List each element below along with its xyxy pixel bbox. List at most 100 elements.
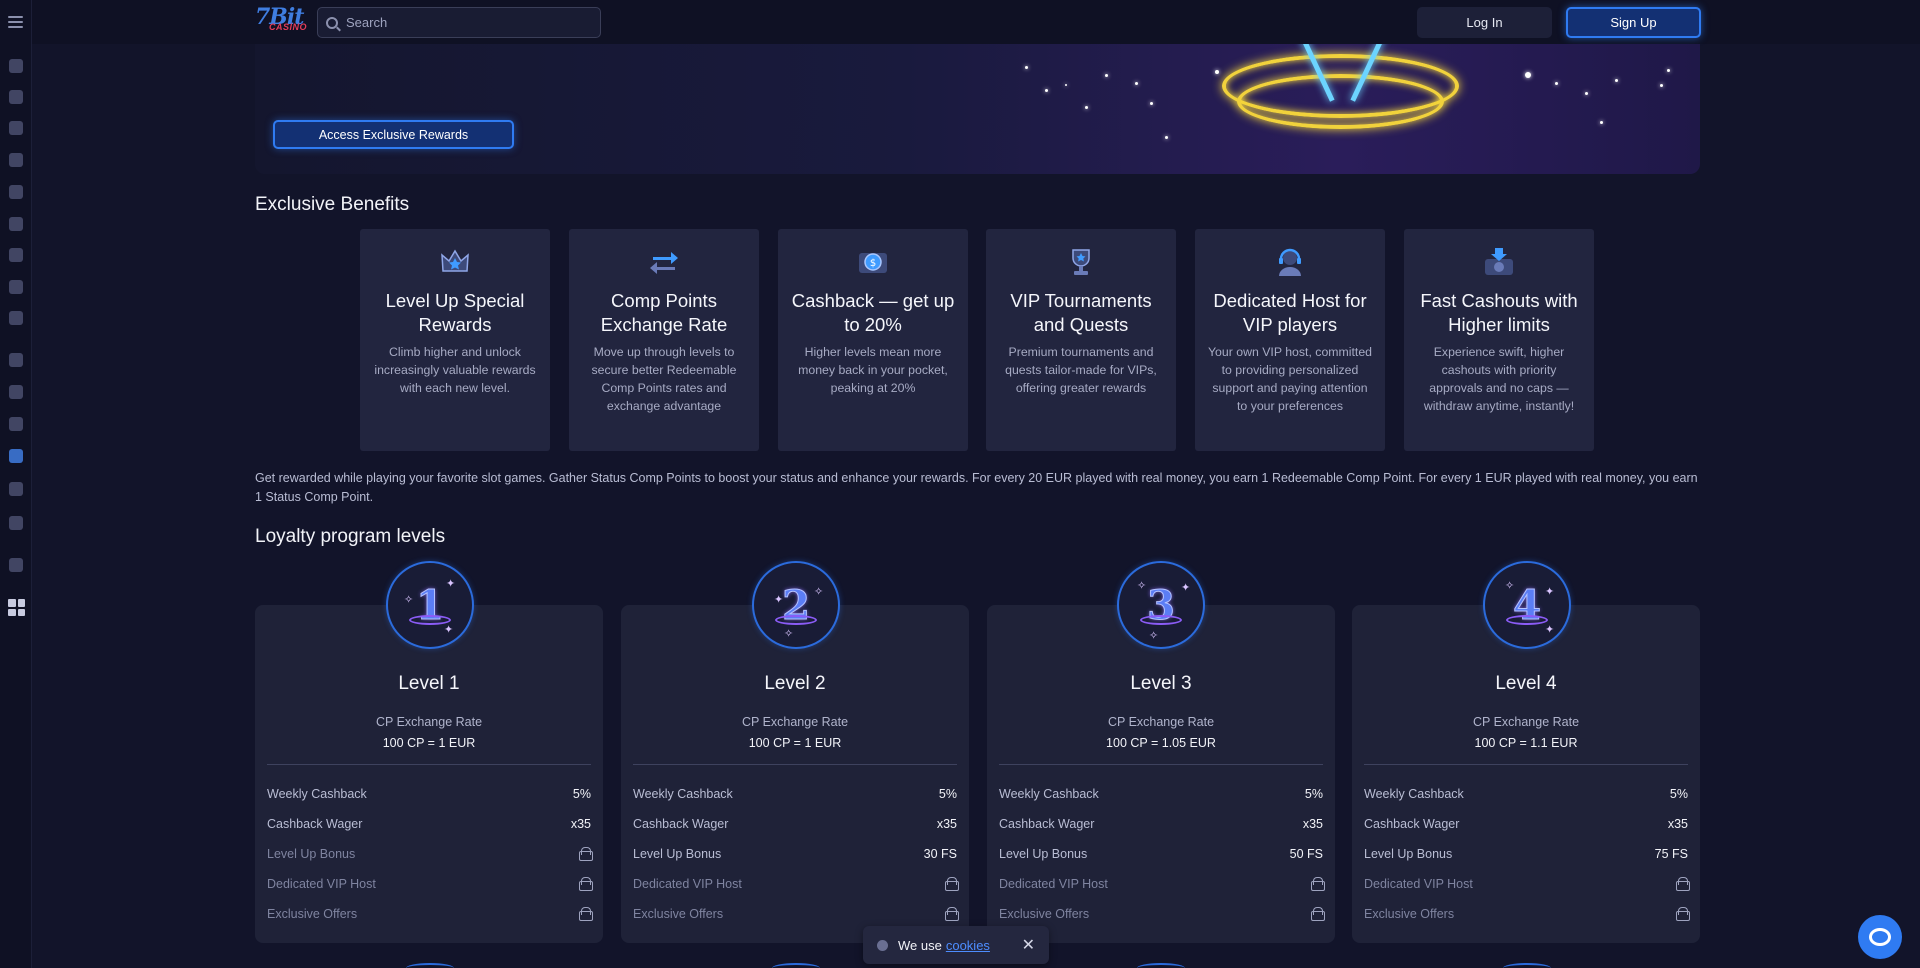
benefit-text: Your own VIP host, committed to providin…	[1207, 345, 1373, 413]
crown-icon[interactable]	[9, 449, 23, 463]
levels-title: Loyalty program levels	[255, 526, 446, 547]
chip-icon[interactable]	[9, 417, 23, 431]
roulette-icon[interactable]	[9, 153, 23, 167]
slots-icon[interactable]	[9, 90, 23, 104]
crown-icon	[438, 245, 472, 279]
level-4-badge: 4 ✧ ✦ ✦	[1483, 561, 1571, 649]
lock-icon	[945, 877, 959, 891]
cards-icon[interactable]	[9, 311, 23, 325]
level-name: Level 2	[764, 673, 826, 694]
benefit-card: VIP Tournaments and Quests Premium tourn…	[986, 229, 1176, 451]
hero-banner: Access Exclusive Rewards	[255, 44, 1700, 174]
divider	[1364, 764, 1688, 765]
row-value: x35	[1667, 817, 1688, 831]
benefits-title: Exclusive Benefits	[255, 194, 410, 215]
login-button[interactable]: Log In	[1417, 7, 1552, 38]
gift-icon[interactable]	[9, 353, 23, 367]
level-1-badge: 1 ✦ ✧ ✦	[386, 561, 474, 649]
level-3-badge: 3 ✧ ✦ ✧	[1117, 561, 1205, 649]
exclusive-offers-row: Exclusive Offers	[267, 899, 593, 929]
trophy-icon[interactable]	[9, 385, 23, 399]
level-name: Level 4	[1495, 673, 1557, 694]
exclusive-offers-row: Exclusive Offers	[633, 899, 959, 929]
row-value: x35	[1302, 817, 1323, 831]
row-label: Weekly Cashback	[999, 787, 1099, 801]
loyalty-description: Get rewarded while playing your favorite…	[255, 471, 1698, 504]
vip-host-row: Dedicated VIP Host	[999, 869, 1325, 899]
exchange-arrows-icon	[647, 245, 681, 279]
cashback-wager-row: Cashback Wager x35	[267, 809, 591, 839]
search-icon	[326, 16, 338, 29]
site-logo[interactable]: 7Bit CASINO	[255, 4, 308, 37]
rocket-icon[interactable]	[9, 280, 23, 294]
row-label: Dedicated VIP Host	[999, 877, 1108, 891]
cherries-icon[interactable]	[9, 217, 23, 231]
row-label: Exclusive Offers	[999, 907, 1090, 921]
close-icon[interactable]: ✕	[1022, 935, 1035, 955]
level-card: Level 2 CP Exchange Rate 100 CP = 1 EUR …	[621, 605, 969, 943]
level-up-bonus-row: Level Up Bonus 75 FS	[1364, 839, 1688, 869]
cp-exchange-value: 100 CP = 1 EUR	[748, 736, 842, 750]
row-label: Dedicated VIP Host	[267, 877, 376, 891]
benefit-text: Move up through levels to secure better …	[591, 345, 737, 413]
benefit-title: Comp Points Exchange Rate	[600, 290, 728, 335]
level-up-bonus-row: Level Up Bonus	[267, 839, 593, 869]
row-label: Level Up Bonus	[267, 847, 356, 861]
weekly-cashback-row: Weekly Cashback 5%	[267, 779, 591, 809]
support-agent-icon	[1273, 245, 1307, 279]
benefit-card: Comp Points Exchange Rate Move up throug…	[569, 229, 759, 451]
row-label: Cashback Wager	[267, 817, 363, 831]
cp-exchange-value: 100 CP = 1 EUR	[382, 736, 476, 750]
cashback-wager-row: Cashback Wager x35	[633, 809, 957, 839]
divider	[999, 764, 1323, 765]
lock-icon	[945, 907, 959, 921]
level-card: Level 1 CP Exchange Rate 100 CP = 1 EUR …	[255, 605, 603, 943]
benefit-card: $ Cashback — get up to 20% Higher levels…	[778, 229, 968, 451]
divider	[633, 764, 957, 765]
live-dealer-icon[interactable]	[9, 248, 23, 262]
cp-exchange-label: CP Exchange Rate	[1472, 715, 1580, 729]
benefit-text: Premium tournaments and quests tailor-ma…	[1005, 345, 1157, 395]
access-rewards-button[interactable]: Access Exclusive Rewards	[273, 120, 514, 149]
level-card: Level 4 CP Exchange Rate 100 CP = 1.1 EU…	[1352, 605, 1700, 943]
row-value: x35	[570, 817, 591, 831]
fire-icon[interactable]	[9, 121, 23, 135]
row-value: 30 FS	[923, 847, 957, 861]
cookies-link[interactable]: cookies	[946, 938, 990, 953]
cp-exchange-value: 100 CP = 1.1 EUR	[1474, 736, 1578, 750]
left-sidebar	[0, 0, 32, 968]
cp-exchange-label: CP Exchange Rate	[375, 715, 483, 729]
benefit-card: Fast Cashouts with Higher limits Experie…	[1404, 229, 1594, 451]
benefit-text: Experience swift, higher cashouts with p…	[1423, 345, 1575, 413]
benefit-title: Dedicated Host for VIP players	[1213, 290, 1367, 335]
cookie-icon	[877, 939, 888, 951]
download-icon[interactable]	[9, 558, 23, 572]
logo-subtext: CASINO	[269, 22, 308, 32]
weekly-cashback-row: Weekly Cashback 5%	[999, 779, 1323, 809]
search-input[interactable]	[346, 15, 586, 30]
benefit-text: Higher levels mean more money back in yo…	[798, 345, 948, 395]
benefit-title: Fast Cashouts with Higher limits	[1420, 290, 1578, 335]
row-value: 75 FS	[1654, 847, 1688, 861]
benefit-card: Dedicated Host for VIP players Your own …	[1195, 229, 1385, 451]
language-flag-icon[interactable]	[8, 599, 25, 616]
card-icon[interactable]	[9, 482, 23, 496]
flame-icon[interactable]	[9, 59, 23, 73]
search-box[interactable]	[317, 7, 601, 38]
row-label: Cashback Wager	[999, 817, 1095, 831]
row-label: Dedicated VIP Host	[1364, 877, 1473, 891]
chat-support-button[interactable]	[1858, 915, 1902, 959]
trophy-icon	[1064, 245, 1098, 279]
signup-button[interactable]: Sign Up	[1566, 7, 1701, 38]
level-8-badge-partial	[1503, 963, 1551, 968]
lock-icon	[1311, 907, 1325, 921]
helmet-icon[interactable]	[9, 516, 23, 530]
menu-icon[interactable]	[8, 16, 23, 28]
bonus-icon[interactable]	[9, 185, 23, 199]
lock-icon	[1676, 877, 1690, 891]
vip-host-row: Dedicated VIP Host	[633, 869, 959, 899]
row-label: Dedicated VIP Host	[633, 877, 742, 891]
level-7-badge-partial	[1137, 963, 1185, 968]
lock-icon	[1311, 877, 1325, 891]
lock-icon	[579, 847, 593, 861]
